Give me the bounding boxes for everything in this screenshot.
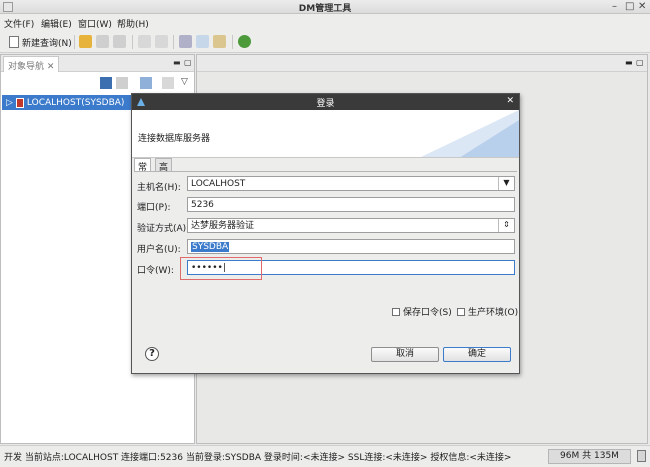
maximize-view-icon[interactable]: ▢ <box>184 58 192 67</box>
auth-value: 达梦服务器验证 <box>191 221 255 231</box>
debug-bug-icon[interactable] <box>238 35 251 48</box>
maximize-view-icon[interactable]: ▢ <box>636 58 644 67</box>
open-folder-icon[interactable] <box>79 35 92 48</box>
host-combo[interactable]: LOCALHOST ▼ <box>187 176 515 191</box>
cut-icon[interactable] <box>179 35 192 48</box>
dialog-close-icon[interactable]: ✕ <box>506 96 514 106</box>
new-document-icon <box>9 36 19 48</box>
navigator-tab-label: 对象导航 ✕ <box>8 62 55 72</box>
host-value: LOCALHOST <box>191 179 246 189</box>
editor-tabbar: ▬ ▢ <box>197 55 647 72</box>
annotation-highlight-box <box>180 257 262 280</box>
navigator-tabbar: 对象导航 ✕ ▬ ▢ <box>1 55 194 72</box>
chevron-down-icon[interactable]: ▼ <box>498 177 514 190</box>
login-dialog: 登录 ✕ 连接数据库服务器 常规 高级 主机名(H): LOCALHOST ▼ … <box>131 93 520 374</box>
menu-edit[interactable]: 编辑(E) <box>41 17 72 30</box>
username-value: SYSDBA <box>191 242 230 252</box>
menu-help[interactable]: 帮助(H) <box>117 17 149 30</box>
menu-file[interactable]: 文件(F) <box>4 17 34 30</box>
memory-indicator[interactable]: 96M 共 135M <box>548 449 631 464</box>
minimize-button[interactable]: – <box>612 1 617 12</box>
minimize-view-icon[interactable]: ▬ <box>625 58 633 67</box>
new-query-button[interactable]: 新建查询(N) <box>9 35 72 49</box>
dialog-title: 登录 <box>316 99 335 109</box>
production-env-label: 生产环境(O) <box>468 308 519 318</box>
menu-window[interactable]: 窗口(W) <box>78 17 112 30</box>
toolbar-separator <box>74 35 75 49</box>
checkbox-box[interactable] <box>457 307 465 316</box>
copy-icon[interactable] <box>196 35 209 48</box>
spin-select-icon[interactable]: ⇕ <box>498 219 514 232</box>
auth-select[interactable]: 达梦服务器验证 ⇕ <box>187 218 515 233</box>
help-icon[interactable]: ? <box>145 347 159 361</box>
expand-arrow-icon[interactable]: ▷ <box>6 98 13 108</box>
tab-general[interactable]: 常规 <box>134 158 152 186</box>
cancel-button[interactable]: 取消 <box>371 347 439 362</box>
connect-icon[interactable] <box>100 77 112 89</box>
save-password-label: 保存口令(S) <box>403 308 452 318</box>
save-password-checkbox[interactable]: 保存口令(S) <box>392 305 452 318</box>
minimize-view-icon[interactable]: ▬ <box>173 58 181 67</box>
port-label: 端口(P): <box>137 203 171 213</box>
toolbar-separator <box>173 35 174 49</box>
disconnect-icon[interactable] <box>116 77 128 89</box>
ok-button[interactable]: 确定 <box>443 347 511 362</box>
save-icon[interactable] <box>96 35 109 48</box>
filter-icon[interactable] <box>162 77 174 89</box>
refresh-icon[interactable] <box>140 77 152 89</box>
status-bar: 开发 当前站点:LOCALHOST 连接端口:5236 当前登录:SYSDBA … <box>0 445 650 467</box>
user-label: 用户名(U): <box>137 245 181 255</box>
database-icon <box>15 97 24 108</box>
dialog-banner: 连接数据库服务器 <box>132 110 519 158</box>
toolbar: 新建查询(N) <box>0 31 650 53</box>
new-query-label: 新建查询(N) <box>22 38 72 49</box>
paste-icon[interactable] <box>213 35 226 48</box>
tab-advanced[interactable]: 高级 <box>155 158 173 186</box>
dialog-subtitle: 连接数据库服务器 <box>138 134 211 144</box>
view-menu-icon[interactable]: ▽ <box>181 77 193 89</box>
port-value: 5236 <box>191 200 214 210</box>
navigator-tab[interactable]: 对象导航 ✕ <box>3 56 60 72</box>
maximize-button[interactable]: □ <box>625 1 634 12</box>
navigator-toolbar: ▽ <box>1 72 194 94</box>
toolbar-separator <box>232 35 233 49</box>
host-label: 主机名(H): <box>137 183 181 193</box>
checkbox-box[interactable] <box>392 307 400 316</box>
save-all-icon[interactable] <box>113 35 126 48</box>
auth-label: 验证方式(A): <box>137 224 190 234</box>
banner-decoration-icon <box>421 110 519 157</box>
menubar: 文件(F) 编辑(E) 窗口(W) 帮助(H) <box>0 14 650 31</box>
tree-item-label: LOCALHOST(SYSDBA) <box>26 97 125 108</box>
undo-icon[interactable] <box>138 35 151 48</box>
username-input[interactable]: SYSDBA <box>187 239 515 254</box>
app-title-bar: DM管理工具 – □ ✕ <box>0 0 650 14</box>
status-text: 开发 当前站点:LOCALHOST 连接端口:5236 当前登录:SYSDBA … <box>4 453 512 463</box>
window-title: DM管理工具 <box>298 4 352 14</box>
trash-icon[interactable] <box>637 450 646 462</box>
toolbar-separator <box>132 35 133 49</box>
redo-icon[interactable] <box>155 35 168 48</box>
port-input[interactable]: 5236 <box>187 197 515 212</box>
dialog-title-bar: 登录 ✕ <box>132 94 519 110</box>
password-label: 口令(W): <box>137 266 174 276</box>
production-env-checkbox[interactable]: 生产环境(O) <box>457 305 518 318</box>
close-button[interactable]: ✕ <box>638 1 646 12</box>
